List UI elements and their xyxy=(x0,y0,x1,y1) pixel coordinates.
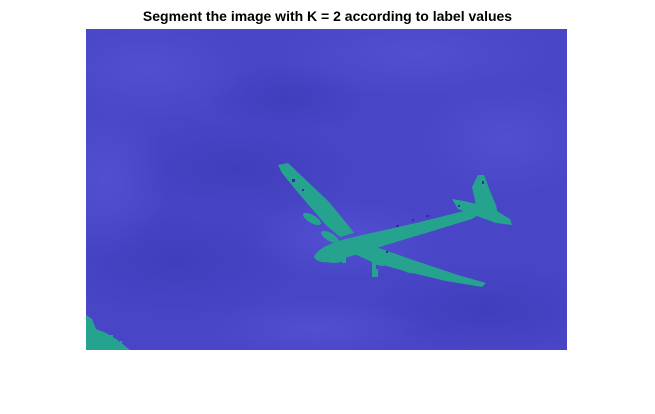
segmented-image xyxy=(86,29,567,350)
image-axes xyxy=(86,29,567,350)
figure-window: Segment the image with K = 2 according t… xyxy=(0,0,655,414)
figure-title: Segment the image with K = 2 according t… xyxy=(142,8,513,24)
cloud-texture xyxy=(86,29,567,350)
